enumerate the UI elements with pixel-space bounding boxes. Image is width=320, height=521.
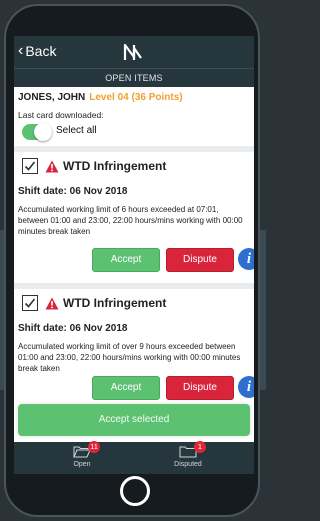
infringement-title: WTD Infringement — [63, 296, 167, 310]
shift-date: Shift date: 06 Nov 2018 — [18, 323, 128, 334]
infringement-checkbox[interactable] — [22, 295, 38, 311]
last-card-label: Last card downloaded: — [18, 110, 104, 120]
bottom-tab-bar: 11 Open 1 Disputed — [14, 441, 254, 474]
home-button[interactable] — [120, 476, 150, 506]
nc-logo-icon — [123, 43, 142, 60]
toggle-knob — [34, 123, 52, 141]
warning-icon — [45, 297, 59, 310]
phone-frame: ‹ Back OPEN ITEMS JONES, JOHN Level 04 (3… — [4, 4, 260, 517]
folder-icon: 1 — [179, 441, 206, 459]
infringement-title: WTD Infringement — [63, 159, 167, 173]
driver-level: Level 04 (36 Points) — [89, 92, 183, 103]
driver-name: JONES, JOHN — [18, 92, 86, 103]
checkmark-icon — [24, 298, 36, 308]
driver-info: JONES, JOHN Level 04 (36 Points) — [18, 92, 183, 103]
accept-button[interactable]: Accept — [92, 376, 160, 400]
dispute-button[interactable]: Dispute — [166, 376, 234, 400]
warning-icon — [45, 160, 59, 173]
dispute-button[interactable]: Dispute — [166, 248, 234, 272]
accept-button[interactable]: Accept — [92, 248, 160, 272]
info-icon[interactable]: i — [238, 376, 254, 398]
top-bar: ‹ Back — [14, 36, 254, 68]
select-all-toggle[interactable] — [22, 123, 52, 141]
infringement-card: WTD Infringement Shift date: 06 Nov 2018… — [14, 152, 254, 302]
checkmark-icon — [24, 161, 36, 171]
tab-label: Open — [73, 461, 91, 468]
shift-date: Shift date: 06 Nov 2018 — [18, 186, 128, 197]
infringement-description: Accumulated working limit of 6 hours exc… — [18, 205, 243, 236]
page-title: OPEN ITEMS — [14, 68, 254, 87]
back-label: Back — [25, 43, 57, 59]
app-screen: ‹ Back OPEN ITEMS JONES, JOHN Level 04 (3… — [14, 36, 254, 474]
info-icon[interactable]: i — [238, 248, 254, 270]
infringement-checkbox[interactable] — [22, 158, 38, 174]
back-button[interactable]: ‹ Back — [18, 42, 57, 60]
chevron-left-icon: ‹ — [18, 42, 24, 59]
tab-disputed[interactable]: 1 Disputed — [148, 441, 228, 468]
open-count-badge: 11 — [88, 441, 100, 453]
tab-open[interactable]: 11 Open — [42, 441, 122, 468]
infringement-description: Accumulated working limit of over 9 hour… — [18, 342, 241, 373]
disputed-count-badge: 1 — [194, 441, 206, 453]
select-all-label: Select all — [56, 125, 97, 136]
accept-selected-button[interactable]: Accept selected — [18, 404, 250, 436]
folder-open-icon: 11 — [73, 441, 100, 459]
tab-label: Disputed — [174, 461, 202, 468]
